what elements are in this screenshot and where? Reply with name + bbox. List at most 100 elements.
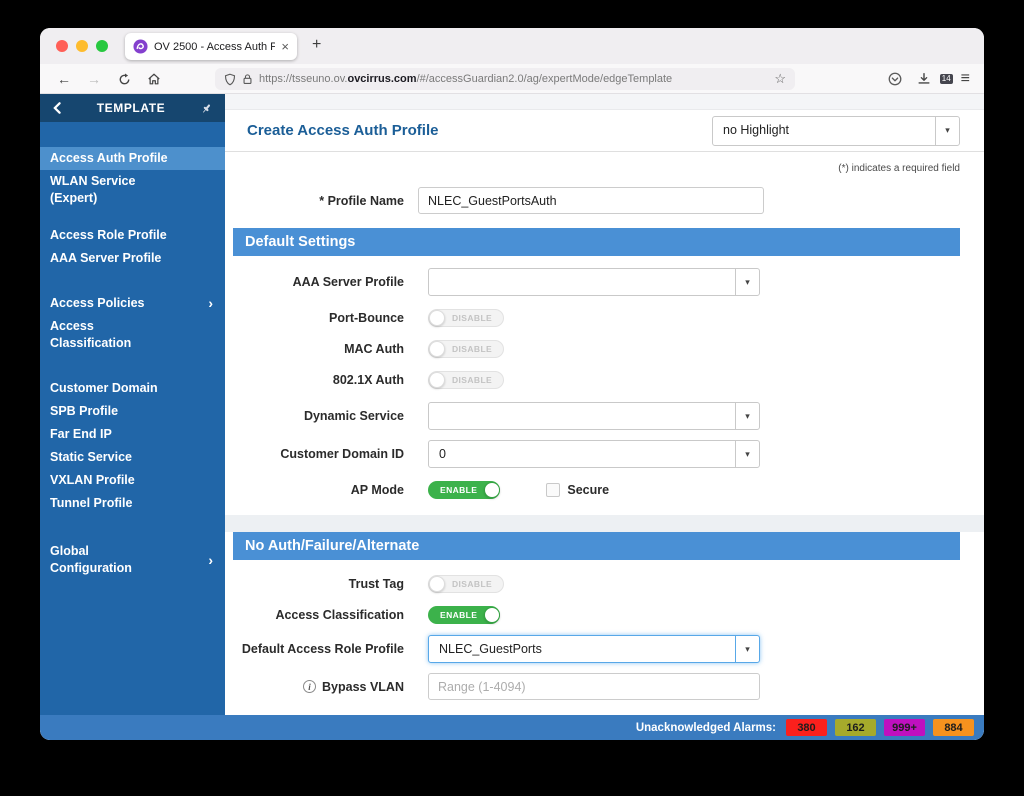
sidebar-item-static-service[interactable]: Static Service <box>40 446 225 469</box>
tab-bar: OV 2500 - Access Auth Profile × + <box>40 28 984 64</box>
sidebar-item-access-policies[interactable]: Access Policies › <box>40 292 225 315</box>
customer-domain-id-label: Customer Domain ID <box>280 447 404 461</box>
warning-alarm-badge[interactable]: 884 <box>933 719 974 736</box>
sidebar-item-spb-profile[interactable]: SPB Profile <box>40 400 225 423</box>
sidebar-items: Access Auth Profile WLAN Service (Expert… <box>40 147 225 580</box>
toggle-state-label: DISABLE <box>452 579 493 589</box>
menu-hamburger-icon[interactable]: ≡ <box>961 71 970 87</box>
sidebar-item-customer-domain[interactable]: Customer Domain <box>40 377 225 400</box>
url-bar[interactable]: https://tsseuno.ov.ovcirrus.com/#/access… <box>215 68 795 90</box>
aaa-server-profile-value <box>429 269 735 295</box>
reload-button[interactable] <box>116 71 132 87</box>
sidebar-item-far-end-ip[interactable]: Far End IP <box>40 423 225 446</box>
sidebar-item-tunnel-profile[interactable]: Tunnel Profile <box>40 492 225 515</box>
zoom-window-button[interactable] <box>96 40 108 52</box>
lock-icon[interactable] <box>242 73 253 85</box>
collapse-chevron-icon[interactable] <box>52 102 62 114</box>
port-bounce-label: Port-Bounce <box>329 311 404 325</box>
sidebar-item-vxlan-profile[interactable]: VXLAN Profile <box>40 469 225 492</box>
page-title: Create Access Auth Profile <box>247 122 439 139</box>
default-access-role-profile-label: Default Access Role Profile <box>241 642 404 656</box>
main-panel: Create Access Auth Profile no Highlight … <box>225 94 984 715</box>
forward-button[interactable]: → <box>86 71 102 87</box>
access-classification-label: Access Classification <box>275 608 404 622</box>
aaa-server-profile-select[interactable]: ▾ <box>428 268 760 296</box>
highlight-select-value: no Highlight <box>723 122 790 137</box>
sidebar-item-wlan-service-expert[interactable]: WLAN Service (Expert) <box>40 170 225 210</box>
browser-tab[interactable]: OV 2500 - Access Auth Profile × <box>125 33 297 60</box>
secure-checkbox[interactable] <box>546 483 561 497</box>
required-field-note: (*) indicates a required field <box>838 163 960 174</box>
unacknowledged-alarms-label: Unacknowledged Alarms: <box>635 721 776 734</box>
trust-tag-toggle[interactable]: DISABLE <box>428 575 505 593</box>
traffic-lights <box>56 40 108 52</box>
new-tab-button[interactable]: + <box>312 36 321 54</box>
aaa-server-profile-label: AAA Server Profile <box>292 275 404 289</box>
chevron-right-icon: › <box>208 295 213 311</box>
bookmark-star-icon[interactable]: ☆ <box>774 71 786 87</box>
toggle-knob <box>484 482 501 498</box>
pin-icon[interactable] <box>200 102 213 115</box>
info-icon[interactable]: i <box>303 680 317 693</box>
page-header: Create Access Auth Profile no Highlight … <box>225 110 984 152</box>
toggle-state-label: ENABLE <box>440 610 478 620</box>
toggle-state-label: ENABLE <box>440 485 478 495</box>
home-button[interactable] <box>146 71 162 87</box>
content-area: TEMPLATE Access Auth Profile WLAN Servic… <box>40 94 984 715</box>
profile-name-input[interactable] <box>418 187 764 214</box>
dynamic-service-value <box>429 403 735 429</box>
dropdown-caret-icon[interactable]: ▾ <box>735 636 759 662</box>
highlight-select[interactable]: no Highlight ▾ <box>712 115 960 146</box>
trust-tag-label: Trust Tag <box>348 577 404 591</box>
main-top-strip <box>225 94 984 110</box>
toggle-state-label: DISABLE <box>452 344 493 354</box>
major-alarm-badge[interactable]: 162 <box>835 719 876 736</box>
sidebar-item-access-auth-profile[interactable]: Access Auth Profile <box>40 147 225 170</box>
dropdown-caret-icon[interactable]: ▾ <box>735 269 759 295</box>
default-access-role-profile-select[interactable]: NLEC_GuestPorts ▾ <box>428 635 760 663</box>
toggle-knob <box>484 607 501 623</box>
ap-mode-toggle[interactable]: ENABLE <box>428 481 501 499</box>
pocket-icon[interactable] <box>888 72 902 86</box>
section-divider <box>225 515 984 532</box>
minor-alarm-badge[interactable]: 999+ <box>884 719 925 736</box>
toolbar-right-icons: 14 ≡ <box>888 71 970 87</box>
chevron-right-icon: › <box>208 551 213 568</box>
customer-domain-id-select[interactable]: 0 ▾ <box>428 440 760 468</box>
extension-badge: 14 <box>939 74 953 84</box>
toggle-knob <box>429 372 445 388</box>
section-header-no-auth: No Auth/Failure/Alternate <box>233 532 960 560</box>
browser-toolbar: ← → https://tsseuno.ov.ovcirrus.com/#/ac… <box>40 64 984 94</box>
bypass-vlan-label: i Bypass VLAN <box>225 680 428 694</box>
sidebar-item-global-configuration[interactable]: Global Configuration › <box>40 540 225 580</box>
dropdown-caret-icon[interactable]: ▾ <box>735 441 759 467</box>
sidebar-item-aaa-server-profile[interactable]: AAA Server Profile <box>40 247 225 270</box>
secure-checkbox-label: Secure <box>567 483 610 497</box>
mac-auth-toggle[interactable]: DISABLE <box>428 340 505 358</box>
sidebar-item-access-classification[interactable]: Access Classification <box>40 315 225 355</box>
sidebar-header: TEMPLATE <box>40 94 225 122</box>
dynamic-service-select[interactable]: ▾ <box>428 402 760 430</box>
toggle-state-label: DISABLE <box>452 375 493 385</box>
minimize-window-button[interactable] <box>76 40 88 52</box>
critical-alarm-badge[interactable]: 380 <box>786 719 827 736</box>
downloads-icon[interactable] <box>917 72 931 86</box>
back-button[interactable]: ← <box>56 71 72 87</box>
dynamic-service-label: Dynamic Service <box>303 409 404 423</box>
tracking-shield-icon[interactable] <box>224 73 236 86</box>
tab-close-icon[interactable]: × <box>281 40 289 53</box>
url-text: https://tsseuno.ov.ovcirrus.com/#/access… <box>259 73 673 85</box>
access-classification-toggle[interactable]: ENABLE <box>428 606 501 624</box>
bypass-vlan-input[interactable] <box>428 673 760 700</box>
sidebar-item-access-role-profile[interactable]: Access Role Profile <box>40 224 225 247</box>
mac-auth-label: MAC Auth <box>344 342 404 356</box>
sidebar-title: TEMPLATE <box>96 101 166 115</box>
tab-title: OV 2500 - Access Auth Profile <box>154 40 276 53</box>
dropdown-caret-icon[interactable]: ▾ <box>735 403 759 429</box>
dropdown-caret-icon[interactable]: ▾ <box>935 116 959 145</box>
close-window-button[interactable] <box>56 40 68 52</box>
form-area: (*) indicates a required field * Profile… <box>225 152 984 715</box>
dot1x-auth-toggle[interactable]: DISABLE <box>428 371 505 389</box>
port-bounce-toggle[interactable]: DISABLE <box>428 309 505 327</box>
toggle-knob <box>429 310 445 326</box>
